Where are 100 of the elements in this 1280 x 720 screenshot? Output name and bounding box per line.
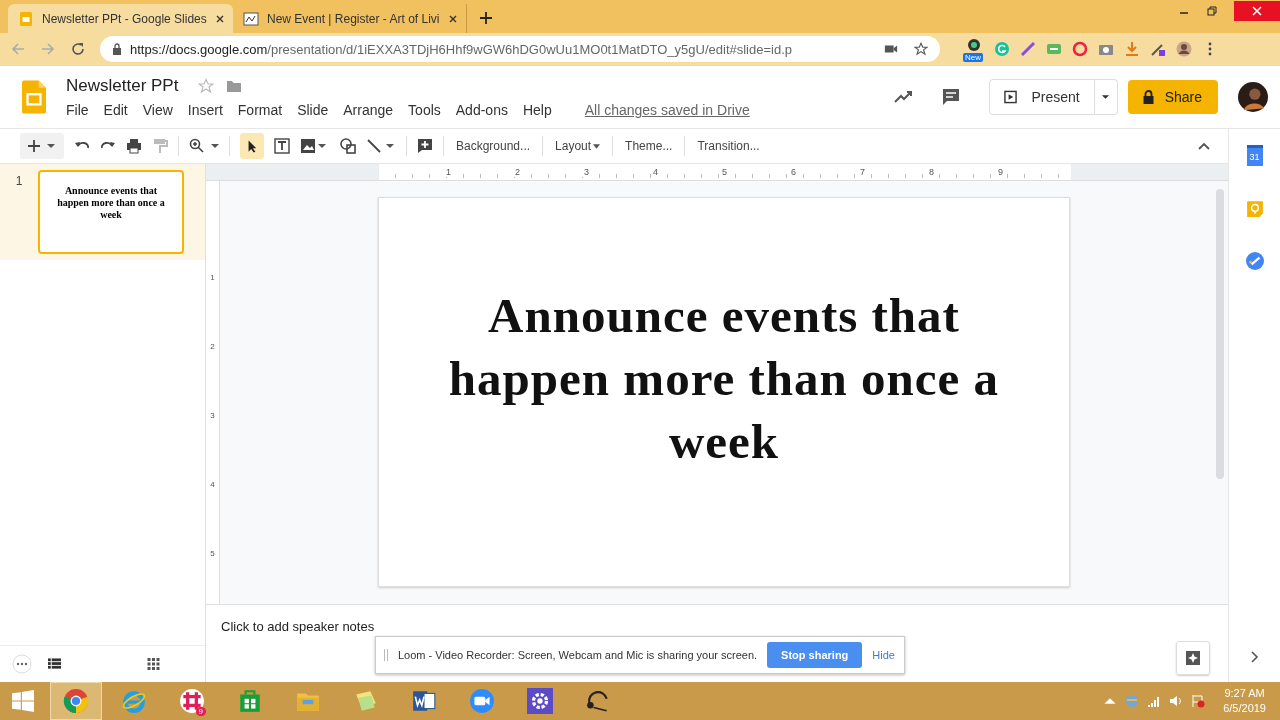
browser-tab[interactable]: Newsletter PPt - Google Slides <box>8 4 233 33</box>
browser-icon <box>121 688 147 714</box>
save-status-link[interactable]: All changes saved in Drive <box>584 102 750 118</box>
notification-badge: 9 <box>195 707 206 716</box>
slides-icon <box>18 10 34 27</box>
print-icon[interactable] <box>126 138 142 154</box>
windows-start-icon[interactable] <box>12 690 34 712</box>
toolbar-button[interactable]: Transition... <box>695 139 762 153</box>
ruler-label: 1 <box>210 273 215 282</box>
zoom-icon[interactable] <box>189 138 219 154</box>
plus-icon <box>27 139 57 153</box>
menu-item[interactable]: Arrange <box>343 102 394 118</box>
headset-icon <box>585 688 611 714</box>
text-box-icon[interactable] <box>274 138 290 154</box>
close-icon[interactable] <box>215 13 225 24</box>
new-slide-button[interactable] <box>20 133 64 159</box>
document-icon <box>411 688 437 714</box>
avatar-icon[interactable] <box>1176 41 1192 57</box>
slide-thumbnail[interactable]: Announce events that happen more than once a week <box>38 170 184 254</box>
ruler-label: 4 <box>210 480 215 489</box>
close-icon <box>1251 5 1263 17</box>
url-text: https://docs.google.com/presentation/d/1iEXXA3TDjH6Hhf9wGW6hDG0wUu1MO0t1MatDTO_y5gU/edit#slide=id.p <box>130 41 792 57</box>
grid-view-icon[interactable] <box>147 658 160 670</box>
ruler-label: 2 <box>513 167 522 177</box>
folder-icon[interactable] <box>226 78 243 94</box>
ruler-label: 3 <box>582 167 591 177</box>
caret-icon <box>1101 94 1111 100</box>
menu-item[interactable]: Add-ons <box>455 102 508 118</box>
check-icon[interactable] <box>1245 252 1264 270</box>
ruler-label: 1 <box>444 167 453 177</box>
toolbar-button[interactable]: Background... <box>454 139 533 153</box>
video-camera-icon <box>469 688 495 714</box>
vertical-ruler[interactable]: 1 2 3 4 5 <box>206 181 220 604</box>
volume-icon[interactable] <box>1169 694 1184 708</box>
store-icon <box>237 688 263 714</box>
browser-icon <box>63 688 89 714</box>
play-icon <box>1004 90 1018 104</box>
signal-icon[interactable] <box>1147 694 1162 708</box>
scrollbar-thumb[interactable] <box>1216 189 1224 479</box>
slide-title[interactable]: Announce events that happen more than once a week <box>419 283 1029 473</box>
menu-item[interactable]: Tools <box>408 102 441 118</box>
thumbnail-title: Announce events that happen more than once a week <box>56 185 166 221</box>
ruler-label: 2 <box>210 342 215 351</box>
select-tool[interactable] <box>240 133 264 159</box>
pen-icon[interactable] <box>1020 41 1036 57</box>
speaker-notes-placeholder[interactable]: Click to add speaker notes <box>221 619 375 634</box>
document-title[interactable]: Newsletter PPt <box>66 76 179 96</box>
extension-icon[interactable] <box>1072 41 1088 57</box>
slide-number: 1 <box>14 173 24 190</box>
close-icon[interactable] <box>447 13 458 24</box>
menu-item[interactable]: Slide <box>297 102 329 118</box>
taskbar-app[interactable] <box>50 682 102 720</box>
horizontal-ruler[interactable]: 1 2 3 4 5 6 7 8 9 <box>379 164 1071 180</box>
page-icon <box>243 10 259 27</box>
more-icon[interactable] <box>12 654 32 674</box>
share-button[interactable]: Share <box>1127 80 1218 114</box>
menu-item[interactable]: Insert <box>187 102 223 118</box>
list-view-icon[interactable] <box>48 658 61 670</box>
menu-item[interactable]: Edit <box>103 102 128 118</box>
ruler-label: 3 <box>210 411 215 420</box>
flag-icon[interactable] <box>1191 694 1206 708</box>
ruler-label: 5 <box>720 167 729 177</box>
ruler-label: 9 <box>996 167 1005 177</box>
chevron-right-icon[interactable] <box>1249 650 1260 664</box>
shape-icon[interactable] <box>340 138 356 154</box>
line-icon[interactable] <box>366 138 396 154</box>
hash-icon <box>179 688 205 714</box>
avatar-icon[interactable] <box>1238 82 1268 112</box>
address-bar[interactable]: https://docs.google.com/presentation/d/1iEXXA3TDjH6Hhf9wGW6hDG0wUu1MO0t1MatDTO_y5gU/edit#slide=id.p <box>100 36 940 62</box>
menu-item[interactable]: Help <box>522 102 552 118</box>
new-badge: New <box>963 53 983 62</box>
new-tab-icon[interactable] <box>478 11 493 25</box>
taskbar-app[interactable]: 9 <box>166 682 218 720</box>
ruler-label: 7 <box>858 167 867 177</box>
ruler-label: 4 <box>651 167 660 177</box>
reload-icon[interactable] <box>70 41 86 57</box>
star-icon[interactable] <box>914 42 928 56</box>
toolbar-button[interactable]: Theme... <box>623 139 675 153</box>
add-comment-icon[interactable] <box>417 138 433 154</box>
ruler-label: 5 <box>210 549 215 558</box>
slide-canvas[interactable]: Announce events that happen more than once a week <box>378 197 1070 587</box>
hide-button[interactable]: Hide <box>872 649 895 661</box>
menu-item[interactable]: Format <box>237 102 283 118</box>
comment-icon[interactable] <box>941 87 962 107</box>
toolbar-button[interactable]: Layout <box>553 139 603 153</box>
ruler-label: 8 <box>927 167 936 177</box>
present-button[interactable]: Present <box>989 79 1095 115</box>
star-icon[interactable] <box>198 78 215 94</box>
sharing-message: Loom - Video Recorder: Screen, Webcam and Mic is sharing your screen. <box>398 649 758 661</box>
ruler-label: 6 <box>789 167 798 177</box>
calendar-icon[interactable]: 31 <box>1246 145 1263 166</box>
restore-icon[interactable] <box>1206 5 1218 17</box>
drag-handle-icon[interactable] <box>384 649 388 661</box>
gear-icon <box>527 688 553 714</box>
lock-icon <box>112 43 122 55</box>
menu-item[interactable]: View <box>142 102 173 118</box>
menu-item[interactable]: File <box>66 102 89 118</box>
extension-icon[interactable] <box>1150 41 1166 57</box>
lock-icon <box>1141 90 1155 104</box>
explore-button[interactable] <box>1176 641 1210 675</box>
